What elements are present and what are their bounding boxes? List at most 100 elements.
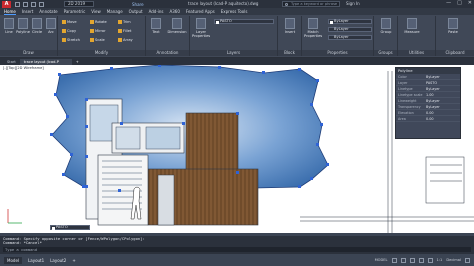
draw-panel-title[interactable]: Draw	[0, 50, 57, 56]
copy-tool[interactable]: Copy	[62, 29, 76, 33]
utilities-panel-title[interactable]: Utilities	[398, 50, 435, 56]
tab-a360[interactable]: A360	[170, 9, 180, 14]
move-tool[interactable]: Move	[62, 20, 77, 24]
text-icon	[151, 18, 161, 29]
move-icon	[62, 20, 66, 24]
layer-quick-select[interactable]: PASTO	[50, 225, 90, 230]
array-tool[interactable]: Array	[118, 38, 133, 42]
tab-output[interactable]: Output	[129, 9, 143, 14]
layer-properties-icon	[196, 18, 206, 29]
scale-tool[interactable]: Scale	[90, 38, 105, 42]
autocad-window: A 2D 2019 Share trace layout (lcad-P aqu…	[0, 0, 474, 266]
tab-layout1[interactable]: Layout1	[28, 258, 44, 263]
lineweight-select[interactable]: ByLayer	[328, 27, 372, 32]
line-tool[interactable]: Line	[2, 18, 16, 34]
document-title: trace layout (lcad-P aquitecto).dwg	[188, 1, 259, 6]
arc-icon	[46, 18, 56, 29]
tab-parametric[interactable]: Parametric	[64, 9, 86, 14]
annotation-scale[interactable]: 1:1	[437, 258, 443, 263]
tab-addins[interactable]: Add-ins	[149, 9, 164, 14]
annotation-panel-title[interactable]: Annotation	[146, 50, 189, 56]
fillet-icon	[118, 29, 122, 33]
tab-layout2[interactable]: Layout2	[50, 258, 66, 263]
tab-home[interactable]: Home	[4, 9, 16, 15]
workspace-select[interactable]: 2D 2019	[64, 1, 94, 7]
grid-icon[interactable]	[391, 257, 397, 263]
modify-panel-title[interactable]: Modify	[58, 50, 145, 56]
ribbon-tab-bar: Home Insert Annotate Parametric View Man…	[0, 8, 474, 15]
app-logo[interactable]: A	[2, 0, 11, 8]
stretch-tool[interactable]: Stretch	[62, 38, 80, 42]
paste-tool[interactable]: Paste	[446, 18, 460, 34]
ribbon: Line Polyline Circle Arc Draw Move Rotat…	[0, 15, 474, 58]
tab-manage[interactable]: Manage	[107, 9, 123, 14]
clipboard-panel-title[interactable]: Clipboard	[436, 50, 474, 56]
layer-select[interactable]: PASTO	[214, 19, 274, 24]
block-panel-title[interactable]: Block	[278, 50, 301, 56]
polyline-tool[interactable]: Polyline	[16, 18, 30, 34]
match-properties-tool[interactable]: Match Properties	[304, 18, 322, 38]
measure-tool[interactable]: Measure	[402, 18, 422, 34]
layers-panel-title[interactable]: Layers	[190, 50, 277, 56]
fillet-tool[interactable]: Fillet	[118, 29, 131, 33]
mirror-tool[interactable]: Mirror	[90, 29, 106, 33]
polar-icon[interactable]	[418, 257, 424, 263]
tab-annotate[interactable]: Annotate	[39, 9, 57, 14]
sign-in-button[interactable]: Sign In	[346, 1, 360, 6]
properties-panel-title[interactable]: Properties	[302, 50, 373, 56]
draw-panel: Line Polyline Circle Arc Draw	[0, 16, 58, 56]
close-icon[interactable]: ✕	[468, 0, 472, 6]
circle-tool[interactable]: Circle	[30, 18, 44, 34]
layer-properties-tool[interactable]: Layer Properties	[192, 18, 210, 38]
tab-featured-apps[interactable]: Featured Apps	[186, 9, 215, 14]
add-layout-button[interactable]: +	[72, 258, 75, 263]
rotate-tool[interactable]: Rotate	[90, 20, 107, 24]
dimension-tool[interactable]: Dimension	[166, 18, 188, 34]
linetype-select[interactable]: ByLayer	[328, 35, 372, 40]
open-icon[interactable]	[23, 1, 28, 7]
search-icon	[285, 3, 288, 6]
scale-icon	[90, 38, 94, 42]
status-bar: Model Layout1 Layout2 + MODEL 1:1 Decima…	[0, 254, 474, 266]
tab-view[interactable]: View	[91, 9, 101, 14]
tab-express-tools[interactable]: Express Tools	[221, 9, 248, 14]
share-button[interactable]: Share	[132, 2, 144, 7]
snap-icon[interactable]	[400, 257, 406, 263]
insert-tool[interactable]: Insert	[283, 18, 297, 34]
customize-icon[interactable]	[465, 257, 470, 263]
viewport-controls[interactable]: [-][Top][2D Wireframe]	[3, 66, 44, 70]
group-icon	[381, 18, 391, 29]
groups-panel-title[interactable]: Groups	[374, 50, 397, 56]
tab-insert[interactable]: Insert	[22, 9, 33, 14]
window-mid-right[interactable]	[145, 126, 181, 150]
undo-icon[interactable]	[39, 1, 44, 7]
copy-icon	[62, 29, 66, 33]
trim-tool[interactable]: Trim	[118, 20, 131, 24]
color-select[interactable]: ByLayer	[328, 19, 372, 24]
units-select[interactable]: Decimal	[446, 258, 461, 263]
stretch-icon	[62, 38, 66, 42]
window-mid-left[interactable]	[115, 126, 141, 150]
osnap-icon[interactable]	[427, 257, 433, 263]
measure-icon	[407, 18, 417, 29]
property-row[interactable]: Area 0.00	[396, 116, 460, 122]
search-input[interactable]: Type a keyword or phrase	[282, 1, 340, 7]
properties-panel: Match Properties ByLayer ByLayer ByLayer…	[302, 16, 374, 56]
minimize-icon[interactable]: —	[446, 0, 451, 6]
tab-model[interactable]: Model	[4, 256, 23, 264]
text-tool[interactable]: Text	[149, 18, 163, 34]
match-properties-icon	[308, 18, 318, 29]
block-panel: Insert Block	[278, 16, 302, 56]
wood-cladding-box[interactable]	[185, 112, 239, 174]
save-icon[interactable]	[31, 1, 36, 7]
group-tool[interactable]: Group	[379, 18, 393, 34]
ortho-icon[interactable]	[409, 257, 415, 263]
command-input[interactable]: Type a command	[3, 247, 471, 252]
model-space-toggle[interactable]: MODEL	[375, 258, 388, 263]
new-icon[interactable]	[15, 1, 20, 7]
door[interactable]	[157, 174, 175, 226]
clipboard-panel: Paste Clipboard	[436, 16, 474, 56]
utilities-panel: Measure Utilities	[398, 16, 436, 56]
maximize-icon[interactable]: □	[457, 0, 462, 6]
arc-tool[interactable]: Arc	[44, 18, 58, 34]
